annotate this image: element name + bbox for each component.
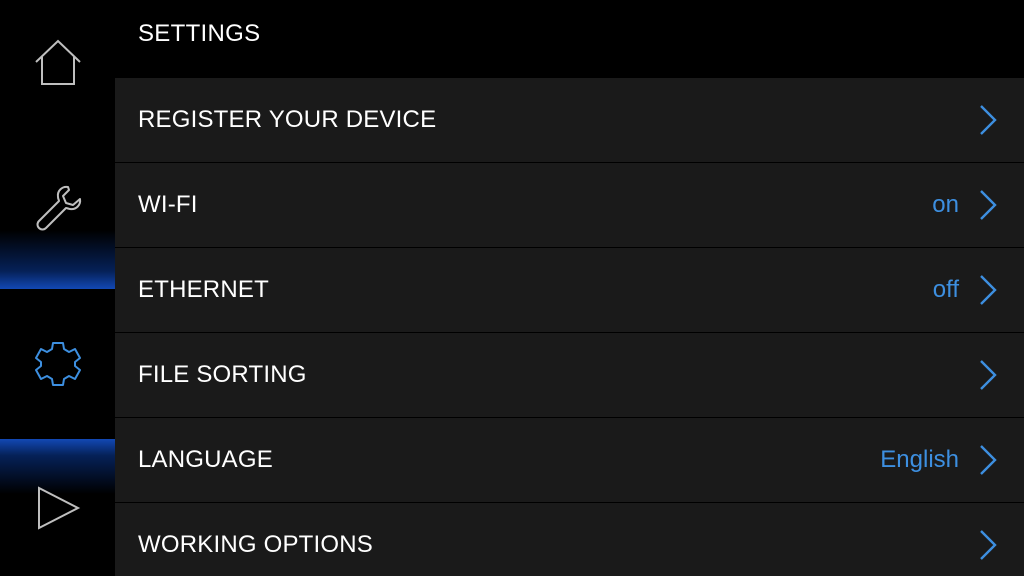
page-title: SETTINGS	[138, 20, 261, 47]
nav-home-button[interactable]	[0, 0, 115, 125]
settings-item-label: FILE SORTING	[138, 361, 307, 388]
settings-item-wifi[interactable]: WI-FI on	[115, 163, 1024, 248]
chevron-right-icon	[980, 105, 997, 135]
settings-item-file-sorting[interactable]: FILE SORTING	[115, 333, 1024, 418]
chevron-right-icon	[980, 445, 997, 475]
settings-item-working-options[interactable]: WORKING OPTIONS	[115, 503, 1024, 576]
settings-list: REGISTER YOUR DEVICE WI-FI on ETHERNET o…	[115, 78, 1024, 576]
chevron-right-icon	[980, 190, 997, 220]
sidebar	[0, 0, 115, 576]
chevron-right-icon	[980, 530, 997, 560]
settings-item-value: English	[880, 446, 959, 473]
settings-item-language[interactable]: LANGUAGE English	[115, 418, 1024, 503]
settings-item-label: ETHERNET	[138, 276, 269, 303]
settings-item-label: WORKING OPTIONS	[138, 531, 374, 558]
wrench-icon	[36, 185, 81, 231]
nav-play-button[interactable]	[0, 439, 115, 576]
play-icon	[37, 485, 80, 530]
settings-item-value: on	[932, 191, 959, 218]
settings-item-label: REGISTER YOUR DEVICE	[138, 106, 437, 133]
settings-item-ethernet[interactable]: ETHERNET off	[115, 248, 1024, 333]
home-icon	[34, 39, 81, 85]
chevron-right-icon	[980, 360, 997, 390]
chevron-right-icon	[980, 275, 997, 305]
nav-settings-button[interactable]	[0, 289, 115, 439]
settings-item-label: WI-FI	[138, 191, 198, 218]
gear-icon	[34, 342, 81, 386]
settings-item-register-device[interactable]: REGISTER YOUR DEVICE	[115, 78, 1024, 163]
nav-tools-button[interactable]	[0, 125, 115, 289]
settings-item-value: off	[932, 276, 959, 303]
main-content: SETTINGS REGISTER YOUR DEVICE WI-FI on E…	[115, 0, 1024, 576]
settings-screen: SETTINGS REGISTER YOUR DEVICE WI-FI on E…	[0, 0, 1024, 576]
settings-item-label: LANGUAGE	[138, 446, 273, 473]
